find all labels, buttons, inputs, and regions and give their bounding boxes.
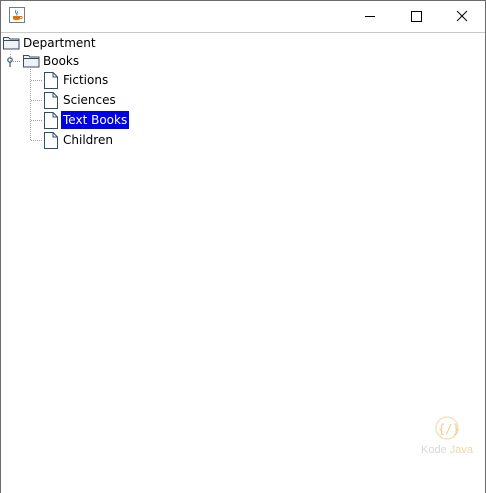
kode-java-logo-icon: {/} <box>435 416 460 440</box>
minimize-button[interactable] <box>347 1 393 31</box>
tree-node-fictions[interactable]: Fictions <box>1 71 201 89</box>
minimize-icon <box>365 16 375 17</box>
folder-open-icon <box>23 53 40 73</box>
application-window: Department Books Fictions Sciences Text … <box>0 0 486 493</box>
tree-node-label[interactable]: Fictions <box>61 71 110 89</box>
maximize-icon <box>411 11 422 22</box>
watermark-word-java: Java <box>449 444 474 456</box>
tree-node-children[interactable]: Children <box>1 131 201 149</box>
tree-node-label-selected[interactable]: Text Books <box>61 111 130 129</box>
file-icon <box>44 132 58 154</box>
close-button[interactable] <box>439 1 485 31</box>
title-bar[interactable] <box>1 1 485 31</box>
watermark-text: Kode Java <box>421 444 473 456</box>
tree-node-label[interactable]: Department <box>21 34 98 52</box>
close-icon <box>456 10 468 22</box>
maximize-button[interactable] <box>393 1 439 31</box>
tree-node-label[interactable]: Sciences <box>61 91 118 109</box>
tree-node-label[interactable]: Children <box>61 131 115 149</box>
tree-node-sciences[interactable]: Sciences <box>1 91 201 109</box>
tree-node-department[interactable]: Department <box>1 34 201 52</box>
watermark: {/} Kode Java <box>419 414 479 464</box>
tree-panel[interactable]: Department Books Fictions Sciences Text … <box>1 32 485 493</box>
tree-node-text-books[interactable]: Text Books <box>1 111 201 129</box>
tree-node-books[interactable]: Books <box>1 52 201 70</box>
java-cup-icon[interactable] <box>9 7 25 23</box>
svg-text:{/}: {/} <box>438 422 460 436</box>
watermark-word-kode: Kode <box>421 444 447 456</box>
tree-node-label[interactable]: Books <box>41 52 81 70</box>
